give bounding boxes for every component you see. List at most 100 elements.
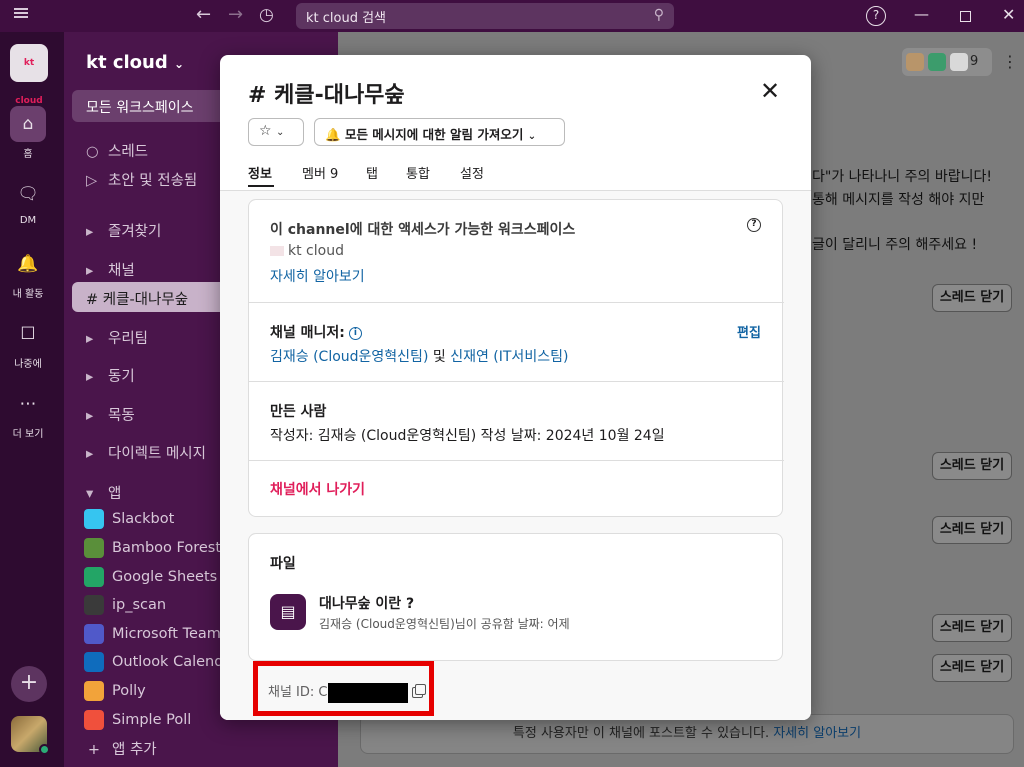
notice-text: 특정 사용자만 이 채널에 포스트할 수 있습니다.	[512, 726, 770, 741]
rail-more[interactable]: ⋯ 더 보기	[0, 386, 56, 440]
rail-later[interactable]: ☐ 나중에	[0, 316, 56, 370]
close-thread-button[interactable]: 스레드 닫기	[932, 284, 1012, 312]
app-name: Google Sheets V	[112, 569, 232, 585]
tab-members[interactable]: 멤버 9	[302, 163, 338, 182]
app-name: Bamboo Forest	[112, 540, 222, 556]
sidebar-item-label: 목동	[108, 408, 135, 424]
caret-right-icon: ▸	[86, 408, 94, 424]
sidebar-item-label: 초안 및 전송됨	[108, 173, 198, 189]
manager-link[interactable]: 신재연 (IT서비스팀)	[450, 349, 568, 365]
more-vertical-icon[interactable]: ⋮	[1002, 52, 1018, 71]
tab-tabs[interactable]: 탭	[366, 163, 378, 182]
sidebar-item-label: 즐겨찾기	[108, 224, 162, 240]
menu-icon[interactable]	[14, 8, 28, 18]
leave-channel-link[interactable]: 채널에서 나가기	[270, 479, 365, 499]
notification-button[interactable]: 🔔 모든 메시지에 대한 알림 가져오기 ⌄	[314, 118, 565, 146]
title-bar: ← → ◷ kt cloud 검색 ⚲ ? — ✕	[0, 0, 1024, 32]
rail-later-label: 나중에	[14, 359, 42, 370]
sidebar-app[interactable]: Google Sheets V	[84, 567, 232, 587]
back-arrow-icon[interactable]: ←	[196, 4, 211, 26]
sidebar-section-apps[interactable]: ▾ 앱	[86, 482, 121, 503]
notification-label: 모든 메시지에 대한 알림 가져오기	[344, 127, 524, 142]
chevron-down-icon: ⌄	[276, 127, 285, 138]
search-input[interactable]: kt cloud 검색 ⚲	[296, 3, 674, 29]
sidebar-app[interactable]: ip_scan	[84, 595, 166, 615]
managers-heading-text: 채널 매니저:	[270, 325, 345, 341]
hash-icon: #	[86, 292, 103, 308]
member-avatars[interactable]: 9	[902, 48, 992, 76]
minimize-icon[interactable]: —	[914, 5, 929, 23]
search-text: kt cloud 검색	[306, 11, 387, 26]
rail-dm[interactable]: 🗨 DM	[0, 176, 56, 226]
sidebar-app[interactable]: Microsoft Teams	[84, 624, 228, 644]
history-icon[interactable]: ◷	[259, 4, 274, 26]
canvas-icon[interactable]: ▤	[270, 594, 306, 630]
caret-down-icon: ▾	[86, 486, 94, 502]
info-icon[interactable]: i	[348, 326, 362, 340]
maximize-icon[interactable]	[960, 11, 971, 22]
sidebar-app[interactable]: Outlook Calend	[84, 652, 223, 672]
tab-settings[interactable]: 설정	[460, 163, 484, 182]
sidebar-item-threads[interactable]: ○ 스레드	[86, 140, 148, 161]
star-button[interactable]: ☆ ⌄	[248, 118, 304, 146]
workspace-logo[interactable]: kt cloud	[10, 44, 48, 106]
close-thread-button[interactable]: 스레드 닫기	[932, 516, 1012, 544]
close-thread-button[interactable]: 스레드 닫기	[932, 654, 1012, 682]
access-section: 이 channel에 대한 액세스가 가능한 워크스페이스 ? kt cloud…	[249, 200, 784, 303]
highlight-box	[253, 661, 434, 716]
close-thread-button[interactable]: 스레드 닫기	[932, 614, 1012, 642]
close-window-icon[interactable]: ✕	[1002, 5, 1015, 24]
forward-arrow-icon[interactable]: →	[228, 4, 243, 26]
manager-link[interactable]: 김재승 (Cloud운영혁신팀)	[270, 349, 428, 365]
app-name: Outlook Calend	[112, 654, 224, 670]
learn-more-link[interactable]: 자세히 알아보기	[270, 266, 365, 286]
tab-integrations[interactable]: 통합	[406, 163, 430, 182]
sidebar-app[interactable]: Simple Poll	[84, 710, 191, 730]
managers-section: 채널 매니저: i 편집 김재승 (Cloud운영혁신팀) 및 신재연 (IT서비…	[249, 303, 784, 382]
learn-more-link[interactable]: 자세히 알아보기	[773, 726, 861, 741]
tab-info[interactable]: 정보	[248, 163, 272, 182]
rail-dm-label: DM	[19, 215, 37, 226]
help-icon[interactable]: ?	[747, 218, 761, 232]
app-icon	[84, 624, 104, 644]
workspace-name[interactable]: kt cloud ⌄	[86, 52, 184, 73]
sidebar-app[interactable]: Slackbot	[84, 509, 174, 529]
file-name[interactable]: 대나무숲 이란 ?	[319, 593, 414, 613]
help-icon[interactable]: ?	[866, 6, 886, 26]
add-app-button[interactable]: + 앱 추가	[84, 738, 157, 759]
rail-home-label: 홈	[23, 149, 33, 160]
kt-logo-icon	[270, 246, 284, 256]
sidebar-section-favorites[interactable]: ▸ 즐겨찾기	[86, 220, 161, 241]
send-icon: ▷	[86, 173, 98, 189]
creator-detail: 작성자: 김재승 (Cloud운영혁신팀) 작성 날짜: 2024년 10월 2…	[270, 428, 665, 444]
workspace-name-text: kt cloud	[86, 52, 168, 73]
sidebar-app[interactable]: Polly	[84, 681, 146, 701]
sidebar-item-label: 채널	[108, 263, 135, 279]
sidebar-item-label: 동기	[108, 369, 135, 385]
close-thread-button[interactable]: 스레드 닫기	[932, 452, 1012, 480]
bell-icon: 🔔	[325, 127, 341, 142]
managers-heading: 채널 매니저: i	[270, 322, 362, 342]
close-icon[interactable]: ✕	[760, 79, 780, 103]
app-name: Simple Poll	[112, 712, 192, 728]
add-icon[interactable]: +	[11, 666, 47, 702]
sidebar-section-peers[interactable]: ▸ 동기	[86, 365, 135, 386]
managers-list: 김재승 (Cloud운영혁신팀) 및 신재연 (IT서비스팀)	[270, 346, 568, 366]
channel-details-modal: # 케클-대나무숲 ✕ ☆ ⌄ 🔔 모든 메시지에 대한 알림 가져오기 ⌄ 정…	[220, 55, 811, 720]
rail-activity[interactable]: 🔔 내 활동	[0, 246, 56, 300]
app-icon	[84, 567, 104, 587]
rail-home[interactable]: ⌂ 홈	[0, 106, 56, 160]
sidebar-item-label: 다이렉트 메시지	[108, 446, 206, 462]
edit-managers-link[interactable]: 편집	[737, 322, 761, 341]
message-text: 다"가 나타나니 주의 바랍니다!	[812, 169, 992, 185]
avatar[interactable]	[11, 716, 50, 755]
sidebar-section-mokdong[interactable]: ▸ 목동	[86, 404, 135, 425]
sidebar-item-drafts[interactable]: ▷ 초안 및 전송됨	[86, 169, 197, 190]
star-icon: ☆	[259, 123, 272, 139]
app-icon	[84, 595, 104, 615]
modal-content[interactable]: 이 channel에 대한 액세스가 가능한 워크스페이스 ? kt cloud…	[220, 191, 811, 720]
sidebar-section-channels[interactable]: ▸ 채널	[86, 259, 135, 280]
sidebar-section-ours[interactable]: ▸ 우리팀	[86, 327, 148, 348]
sidebar-app[interactable]: Bamboo Forest	[84, 538, 221, 558]
sidebar-section-dms[interactable]: ▸ 다이렉트 메시지	[86, 442, 206, 463]
